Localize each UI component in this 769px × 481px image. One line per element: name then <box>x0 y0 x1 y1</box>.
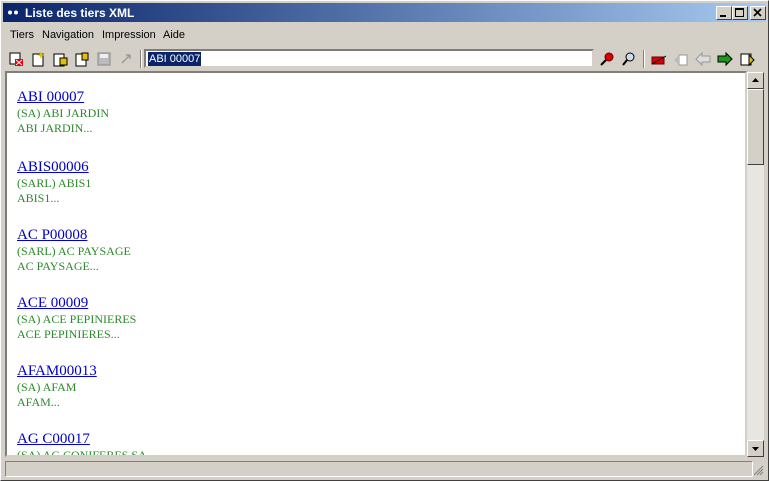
zoom-button[interactable] <box>619 49 639 69</box>
last-button[interactable] <box>737 49 757 69</box>
save-icon <box>97 52 111 66</box>
add-record-icon <box>53 53 68 67</box>
app-icon <box>8 10 18 15</box>
tiers-list: ABI 00007 (SA) ABI JARDIN ABI JARDIN... … <box>5 71 747 457</box>
list-item: AC P00008 (SARL) AC PAYSAGE AC PAYSAGE..… <box>17 226 131 274</box>
close-button[interactable] <box>750 6 766 20</box>
previous-page-button[interactable] <box>671 49 691 69</box>
save-button[interactable] <box>94 49 114 69</box>
tiers-summary: ABI JARDIN... <box>17 121 93 135</box>
close-record-button[interactable] <box>6 49 26 69</box>
tiers-summary: ACE PEPINIERES... <box>17 327 120 341</box>
add-record-button[interactable] <box>50 49 70 69</box>
tiers-detail: (SA) AG CONIFERES SA <box>17 448 147 457</box>
new-record-button[interactable] <box>28 49 48 69</box>
new-record-icon <box>32 51 45 67</box>
tiers-detail: (SARL) ABIS1 <box>17 176 92 190</box>
scroll-down-button[interactable] <box>747 440 764 457</box>
menu-impression[interactable]: Impression <box>102 29 156 41</box>
resize-grip-icon[interactable] <box>752 464 764 476</box>
status-bar <box>3 460 766 478</box>
maximize-icon <box>735 8 744 17</box>
list-item: ABIS00006 (SARL) ABIS1 ABIS1... <box>17 158 91 206</box>
close-record-icon <box>9 52 23 66</box>
previous-page-icon <box>674 54 688 66</box>
tiers-link[interactable]: ABIS00006 <box>17 158 91 176</box>
undo-icon <box>121 54 131 64</box>
tiers-link[interactable]: AC P00008 <box>17 226 131 244</box>
title-bar[interactable]: Liste des tiers XML <box>3 3 766 22</box>
zoom-icon <box>622 52 635 66</box>
find-icon <box>600 52 614 66</box>
first-button[interactable] <box>649 49 669 69</box>
edit-record-icon <box>75 52 89 67</box>
scroll-thumb[interactable] <box>747 89 764 165</box>
next-button[interactable] <box>715 49 735 69</box>
find-button[interactable] <box>597 49 617 69</box>
previous-button[interactable] <box>693 49 713 69</box>
list-item: AG C00017 (SA) AG CONIFERES SA <box>17 430 147 457</box>
maximize-button[interactable] <box>732 6 748 20</box>
vertical-scrollbar[interactable] <box>747 72 764 457</box>
toolbar-separator <box>643 50 645 68</box>
scroll-up-button[interactable] <box>747 72 764 89</box>
tiers-detail: (SA) AFAM <box>17 380 77 394</box>
undo-button[interactable] <box>116 49 136 69</box>
edit-record-button[interactable] <box>72 49 92 69</box>
tiers-link[interactable]: AFAM00013 <box>17 362 97 380</box>
menu-bar: Tiers Navigation Impression Aide <box>3 25 766 45</box>
list-item: ABI 00007 (SA) ABI JARDIN ABI JARDIN... <box>17 88 109 136</box>
menu-aide[interactable]: Aide <box>163 29 185 41</box>
close-icon <box>753 8 762 17</box>
search-input-value: ABI 00007 <box>148 52 202 66</box>
tiers-link[interactable]: AG C00017 <box>17 430 147 448</box>
arrow-down-icon <box>752 447 759 451</box>
minimize-button[interactable] <box>716 6 732 20</box>
tiers-link[interactable]: ACE 00009 <box>17 294 136 312</box>
list-item: ACE 00009 (SA) ACE PEPINIERES ACE PEPINI… <box>17 294 136 342</box>
tiers-link[interactable]: ABI 00007 <box>17 88 109 106</box>
tiers-detail: (SA) ABI JARDIN <box>17 106 110 120</box>
first-icon <box>651 55 667 65</box>
tiers-summary: AFAM... <box>17 395 60 409</box>
tiers-summary: ABIS1... <box>17 191 60 205</box>
next-icon <box>717 51 733 67</box>
tiers-detail: (SA) ACE PEPINIERES <box>17 312 137 326</box>
arrow-up-icon <box>752 78 759 82</box>
minimize-icon <box>720 15 726 17</box>
tiers-summary: AC PAYSAGE... <box>17 259 99 273</box>
tiers-detail: (SARL) AC PAYSAGE <box>17 244 131 258</box>
menu-tiers[interactable]: Tiers <box>10 29 34 41</box>
window-title: Liste des tiers XML <box>25 6 135 20</box>
toolbar-separator <box>140 50 142 68</box>
app-window: Liste des tiers XML Tiers Navigation Imp… <box>0 0 769 481</box>
list-item: AFAM00013 (SA) AFAM AFAM... <box>17 362 97 410</box>
menu-navigation[interactable]: Navigation <box>42 29 94 41</box>
previous-icon <box>695 51 711 67</box>
search-input[interactable]: ABI 00007 <box>144 49 594 68</box>
status-panel <box>5 461 753 477</box>
last-icon <box>740 53 755 67</box>
